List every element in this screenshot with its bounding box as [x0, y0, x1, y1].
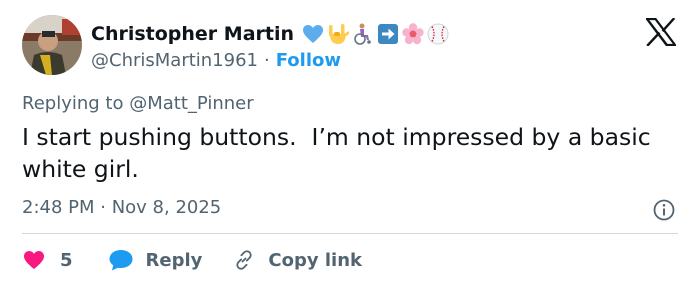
replying-to-prefix: Replying to	[22, 93, 130, 114]
replying-to: Replying to @Matt_Pinner	[22, 93, 254, 114]
reply-mention-link[interactable]: @Matt_Pinner	[129, 93, 253, 114]
author-handle-row: @ChrisMartin1961 · Follow	[91, 47, 341, 73]
copy-link-label: Copy link	[268, 249, 362, 271]
like-button[interactable]: 5	[22, 248, 73, 272]
avatar[interactable]	[22, 15, 82, 75]
separator-dot: ·	[264, 49, 270, 71]
heart-icon	[24, 251, 44, 269]
info-icon[interactable]	[652, 198, 676, 222]
wheelchair-person-icon	[354, 23, 371, 45]
author-name-row: Christopher Martin	[91, 20, 450, 48]
divider	[22, 233, 678, 234]
blue-heart-icon	[303, 25, 324, 43]
reply-button[interactable]: Reply	[108, 248, 203, 272]
author-handle[interactable]: @ChrisMartin1961	[91, 50, 258, 71]
copy-link-button[interactable]: Copy link	[232, 248, 362, 272]
reply-bubble-icon	[109, 250, 133, 271]
tweet-timestamp[interactable]: 2:48 PM · Nov 8, 2025	[22, 197, 221, 218]
cherry-blossom-icon	[402, 23, 424, 45]
author-name[interactable]: Christopher Martin	[91, 23, 294, 45]
love-you-gesture-icon	[329, 24, 350, 44]
tweet-text: I start pushing buttons. I’m not impress…	[22, 123, 659, 183]
author-emojis	[301, 22, 450, 46]
right-arrow-icon	[378, 24, 399, 44]
follow-button[interactable]: Follow	[276, 50, 341, 71]
reply-label: Reply	[145, 249, 203, 271]
link-icon	[236, 250, 253, 270]
x-logo-icon[interactable]	[646, 18, 676, 46]
like-count: 5	[60, 249, 73, 271]
baseball-icon	[427, 23, 449, 45]
action-bar: 5 Reply Copy link	[22, 246, 362, 274]
